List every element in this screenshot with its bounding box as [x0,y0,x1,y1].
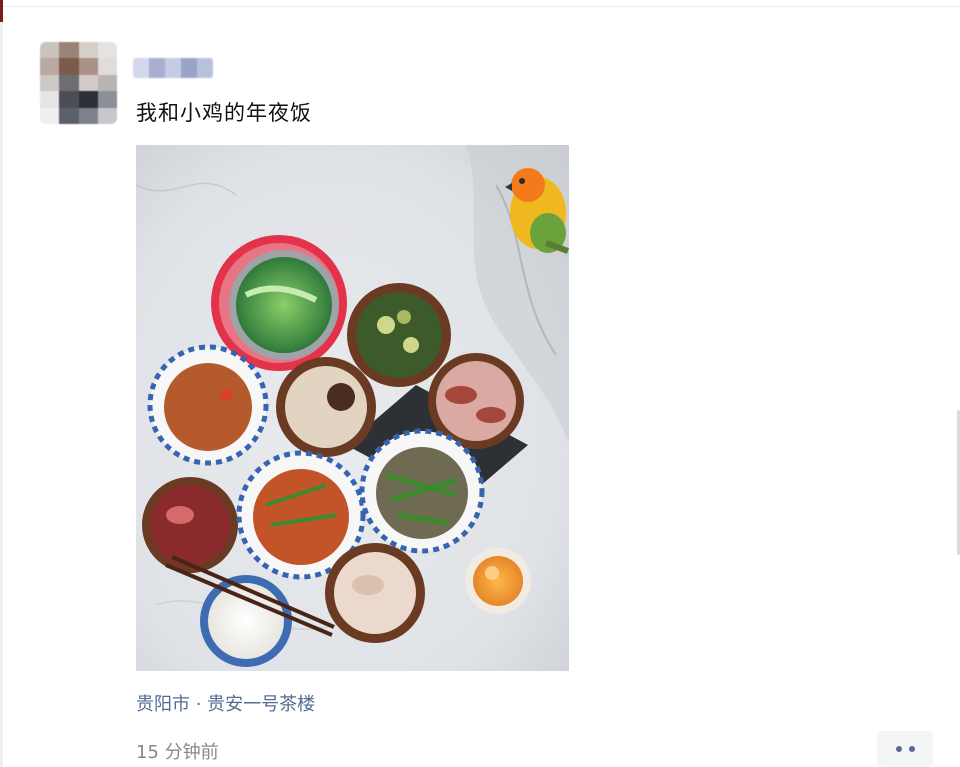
moments-post: 我和小鸡的年夜饭 贵阳市 · 贵安一号茶楼 15 分钟前 [0,0,960,767]
top-divider [0,0,960,7]
avatar[interactable] [40,42,117,124]
more-dots-icon [895,746,902,752]
more-dots-icon [908,746,915,752]
username-blurred[interactable] [133,58,213,78]
post-time: 15 分钟前 [136,742,219,763]
post-text: 我和小鸡的年夜饭 [136,101,312,125]
post-photo[interactable] [136,145,569,671]
location-link[interactable]: 贵阳市 · 贵安一号茶楼 [136,690,315,716]
window-edge [0,0,3,767]
more-button[interactable] [877,731,933,767]
